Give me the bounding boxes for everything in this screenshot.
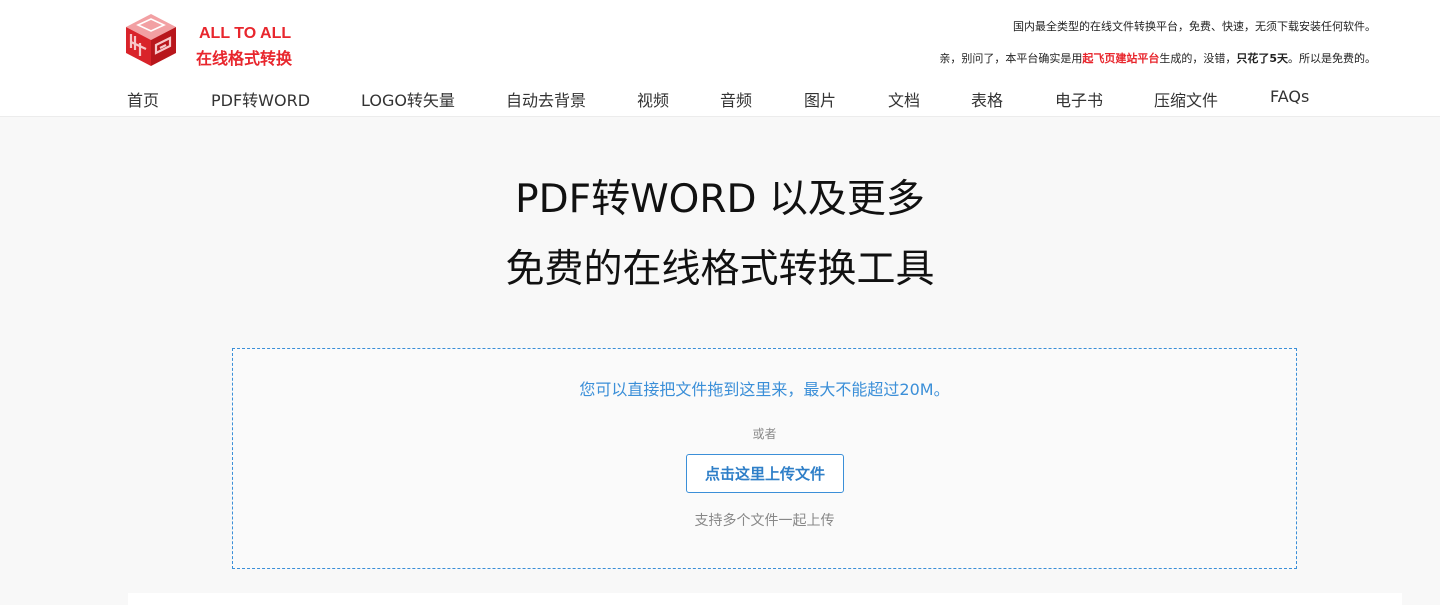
or-separator: 或者 bbox=[752, 427, 777, 441]
header-tagline: 国内最全类型的在线文件转换平台，免费、快速，无须下载安装任何软件。 bbox=[1013, 20, 1376, 33]
header-note: 亲，别问了，本平台确实是用起飞页建站平台生成的，没错，只花了5天。所以是免费的。 bbox=[939, 50, 1376, 66]
site-header: ALL TO ALL 在线格式转换 国内最全类型的在线文件转换平台，免费、快速，… bbox=[0, 0, 1440, 117]
nav-item-spreadsheet[interactable]: 表格 bbox=[971, 87, 1003, 111]
note-text-2: 生成的，没错， bbox=[1159, 52, 1237, 65]
content-panel bbox=[128, 593, 1402, 605]
note-text-1: 亲，别问了，本平台确实是用 bbox=[939, 52, 1083, 65]
nav-item-logo-to-vector[interactable]: LOGO转矢量 bbox=[361, 87, 455, 111]
nav-item-home[interactable]: 首页 bbox=[127, 87, 159, 111]
upload-drop-zone[interactable]: 您可以直接把文件拖到这里来，最大不能超过20M。 或者 点击这里上传文件 支持多… bbox=[232, 348, 1297, 569]
logo-link[interactable]: ALL TO ALL 在线格式转换 bbox=[124, 12, 304, 68]
hero-subtitle: 免费的在线格式转换工具 bbox=[505, 247, 935, 292]
note-platform-link[interactable]: 起飞页建站平台 bbox=[1082, 52, 1159, 65]
nav-item-video[interactable]: 视频 bbox=[637, 87, 669, 111]
logo-cube-icon bbox=[126, 14, 176, 66]
nav-item-ebook[interactable]: 电子书 bbox=[1055, 87, 1103, 111]
note-text-3: 。所以是免费的。 bbox=[1288, 52, 1376, 65]
multi-upload-hint: 支持多个文件一起上传 bbox=[694, 513, 835, 529]
nav-item-archive[interactable]: 压缩文件 bbox=[1154, 87, 1218, 111]
hero-title: PDF转WORD 以及更多 bbox=[515, 177, 925, 222]
drop-hint-text: 您可以直接把文件拖到这里来，最大不能超过20M。 bbox=[579, 380, 950, 399]
nav-item-remove-background[interactable]: 自动去背景 bbox=[506, 87, 586, 111]
nav-item-faqs[interactable]: FAQs bbox=[1270, 87, 1309, 106]
nav-item-image[interactable]: 图片 bbox=[804, 87, 836, 111]
logo-name-cn: 在线格式转换 bbox=[196, 49, 293, 68]
note-bold-text: 只花了5天 bbox=[1236, 52, 1288, 65]
logo-name-en: ALL TO ALL bbox=[199, 25, 292, 42]
nav-item-document[interactable]: 文档 bbox=[888, 87, 920, 111]
upload-file-button[interactable]: 点击这里上传文件 bbox=[686, 454, 844, 493]
nav-item-pdf-to-word[interactable]: PDF转WORD bbox=[211, 87, 310, 111]
nav-item-audio[interactable]: 音频 bbox=[720, 87, 752, 111]
